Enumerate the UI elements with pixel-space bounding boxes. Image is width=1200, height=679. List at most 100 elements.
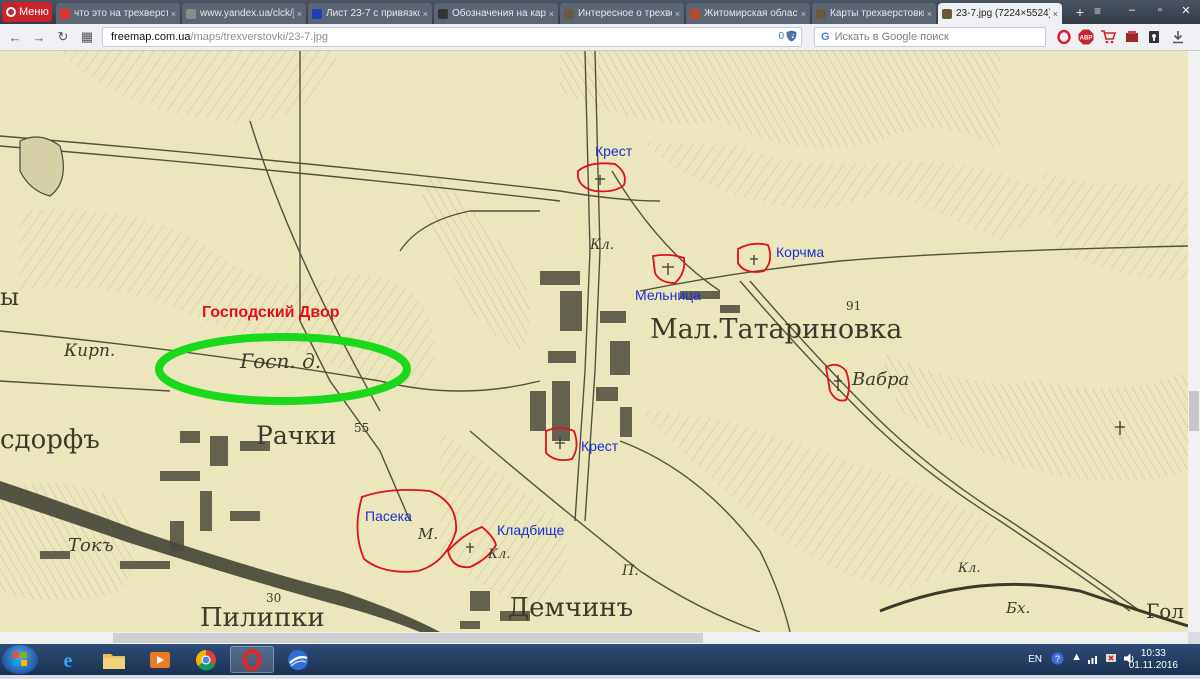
url-path: /maps/trexverstovki/23-7.jpg — [190, 31, 329, 43]
tab-close-icon[interactable]: × — [672, 9, 680, 19]
taskbar-media[interactable] — [138, 646, 182, 673]
maximize-icon[interactable]: ▫ — [1146, 0, 1174, 20]
tab-close-icon[interactable]: × — [924, 9, 932, 19]
ext-box-icon[interactable] — [1124, 29, 1140, 45]
ext-lock-icon[interactable] — [1146, 29, 1162, 45]
browser-tab[interactable]: Обозначения на карт × — [434, 3, 558, 24]
tab-favicon-icon — [312, 8, 322, 19]
taskbar-ie[interactable]: e — [46, 646, 90, 673]
annotation-korchma: Корчма — [776, 244, 825, 260]
browser-tab[interactable]: 23-7.jpg (7224×5524) × — [938, 3, 1062, 24]
map-label-p: П. — [622, 563, 639, 579]
tab-favicon-icon — [186, 8, 196, 19]
browser-tab[interactable]: www.yandex.ua/clck/j × — [182, 3, 306, 24]
windows-logo-icon — [13, 652, 27, 666]
map-label-gol: Гол — [1146, 599, 1184, 623]
tab-close-icon[interactable]: × — [546, 9, 554, 19]
tab-close-icon[interactable]: × — [294, 9, 302, 19]
flag-tray-icon[interactable] — [1105, 652, 1118, 668]
vertical-scroll-thumb[interactable] — [1189, 391, 1199, 431]
annotation-paseka: Пасека — [365, 508, 412, 524]
tab-favicon-icon — [942, 8, 952, 19]
browser-tab[interactable]: что это на трехверст × — [56, 3, 180, 24]
language-indicator[interactable]: EN — [1028, 654, 1042, 665]
tab-close-icon[interactable]: × — [168, 9, 176, 19]
map-label-gosp: Госп. д. — [240, 349, 322, 373]
svg-text:?: ? — [1055, 654, 1060, 664]
browser-tab-strip: Меню что это на трехверст × www.yandex.ua/… — [0, 0, 1200, 24]
minimize-icon[interactable]: – — [1118, 0, 1146, 20]
map-label-pilipki: Пилипки — [200, 603, 325, 632]
map-label-kl-top: Кл. — [590, 237, 615, 253]
clock[interactable]: 10:33 01.11.2016 — [1129, 648, 1178, 672]
tab-label: www.yandex.ua/clck/j — [200, 8, 294, 19]
tab-close-icon[interactable]: × — [1050, 9, 1058, 19]
start-button[interactable] — [2, 645, 38, 674]
vertical-scrollbar[interactable] — [1188, 51, 1200, 632]
map-label-kirp: Кирп. — [64, 341, 116, 361]
browser-tab[interactable]: Интересное о трехве × — [560, 3, 684, 24]
browser-tab[interactable]: Лист 23-7 с привязко × — [308, 3, 432, 24]
google-icon: G — [821, 31, 830, 43]
browser-tab[interactable]: Карты трехверстовки × — [812, 3, 936, 24]
taskbar-chrome[interactable] — [184, 646, 228, 673]
folder-icon — [103, 653, 125, 669]
horizontal-scrollbar[interactable] — [0, 632, 1188, 644]
new-tab-icon[interactable]: + — [1072, 4, 1088, 20]
menu-label: Меню — [19, 6, 49, 18]
tab-favicon-icon — [60, 8, 70, 19]
adblock-plus-icon[interactable]: ABP — [1078, 29, 1094, 45]
opera-ext-icon[interactable] — [1056, 29, 1072, 45]
url-host: freemap.com.ua — [111, 31, 191, 43]
tab-label: Лист 23-7 с привязко — [326, 8, 420, 19]
browser-tab[interactable]: Житомирская област × — [686, 3, 810, 24]
close-window-icon[interactable]: ✕ — [1172, 0, 1200, 20]
opera-menu-button[interactable]: Меню — [2, 2, 52, 22]
tab-favicon-icon — [564, 8, 574, 19]
windows-taskbar: e EN ? ▲ 10:33 01.11.2016 — [0, 644, 1200, 675]
tab-menu-icon[interactable]: ≡ — [1094, 4, 1101, 18]
annotation-melnitsa: Мельница — [635, 287, 701, 303]
map-label-mal-tatarinovka: Мал.Татариновка — [650, 314, 903, 345]
tab-label: Обозначения на карт — [452, 8, 546, 19]
tab-label: Карты трехверстовки — [830, 8, 924, 19]
forward-icon[interactable]: → — [30, 28, 48, 46]
back-icon[interactable]: ← — [6, 28, 24, 46]
horizontal-scroll-thumb[interactable] — [113, 633, 703, 643]
annotation-krest-mid: Крест — [581, 438, 619, 454]
opera-taskbar-icon — [242, 648, 262, 671]
search-placeholder: Искать в Google поиск — [834, 31, 949, 43]
tray-arrow-icon[interactable]: ▲ — [1071, 651, 1082, 663]
tab-close-icon[interactable]: × — [798, 9, 806, 19]
tab-close-icon[interactable]: × — [420, 9, 428, 19]
tab-label: 23-7.jpg (7224×5524) — [956, 8, 1050, 19]
annotation-krest-top: Крест — [595, 143, 633, 159]
network-tray-icon[interactable] — [1087, 652, 1100, 668]
taskbar-earth[interactable] — [276, 646, 320, 673]
map-label-demchin: Демчинъ — [508, 593, 634, 623]
clock-date: 01.11.2016 — [1128, 660, 1178, 671]
search-field[interactable]: G Искать в Google поиск — [814, 27, 1046, 47]
chrome-icon — [196, 649, 216, 670]
tab-label: Интересное о трехве — [578, 8, 672, 19]
speed-dial-icon[interactable]: ▦ — [78, 28, 96, 46]
tab-favicon-icon — [690, 8, 700, 19]
bookmark-heart-icon[interactable]: ♥ — [786, 28, 794, 43]
map-label-bkh: Бх. — [1006, 599, 1031, 617]
tab-favicon-icon — [438, 8, 448, 19]
map-label-sdorf: сдорфъ — [0, 425, 100, 455]
address-toolbar: ← → ↻ ▦ freemap.com.ua/maps/trexverstovk… — [0, 24, 1200, 51]
annotation-gospodsky-dvor: Господский Двор — [202, 304, 340, 321]
taskbar-explorer[interactable] — [92, 646, 136, 673]
ie-icon: e — [64, 650, 73, 671]
download-icon[interactable] — [1170, 29, 1186, 45]
map-label-kl-bottom: Кл. — [488, 547, 511, 562]
google-earth-icon — [288, 649, 308, 670]
media-player-icon — [150, 651, 170, 668]
map-label-91: 91 — [846, 299, 862, 313]
help-tray-icon[interactable]: ? — [1051, 652, 1064, 668]
cart-icon[interactable] — [1100, 29, 1116, 45]
taskbar-opera[interactable] — [230, 646, 274, 673]
reload-icon[interactable]: ↻ — [54, 28, 72, 46]
url-field[interactable]: freemap.com.ua/maps/trexverstovki/23-7.j… — [102, 27, 802, 47]
